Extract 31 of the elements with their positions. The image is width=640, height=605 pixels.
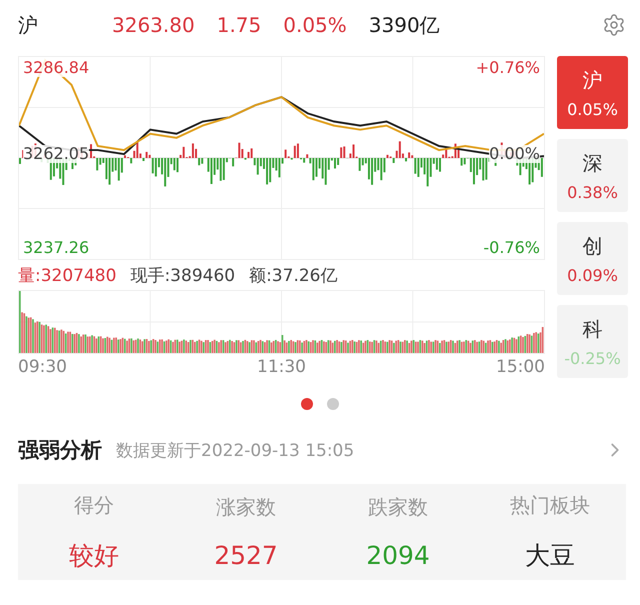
section-title: 强弱分析 [18, 437, 102, 464]
turnover: 3390亿 [368, 12, 440, 38]
stat-label: 热门板块 [510, 492, 590, 519]
page-dot[interactable] [327, 398, 339, 410]
market-tab[interactable]: 深 0.38% [557, 139, 628, 212]
market-tab[interactable]: 创 0.09% [557, 222, 628, 295]
axis-label: 3262.05 [23, 145, 90, 163]
index-change-pct: 0.05% [283, 13, 347, 37]
stat-label: 涨家数 [216, 494, 276, 521]
axis-label: 0.00% [489, 145, 540, 163]
stat-value: 大豆 [525, 540, 575, 572]
market-tab[interactable]: 科 -0.25% [557, 305, 628, 378]
settings-icon[interactable] [602, 13, 626, 37]
update-time: 数据更新于2022-09-13 15:05 [116, 440, 354, 462]
amount-text: 额:37.26亿 [249, 264, 338, 286]
time-label: 11:30 [257, 357, 306, 377]
market-name: 沪 [18, 12, 39, 38]
index-price: 3263.80 [112, 13, 195, 37]
stat-value: 2527 [214, 541, 278, 570]
time-label: 09:30 [18, 357, 67, 377]
stat-label: 得分 [74, 492, 114, 519]
page-dot[interactable] [301, 398, 313, 410]
axis-label: 3286.84 [23, 59, 90, 77]
current-hand-text: 现手:389460 [130, 264, 236, 286]
stat-value: 较好 [69, 540, 119, 572]
volume-text: 量:3207480 [18, 264, 116, 286]
index-change: 1.75 [216, 13, 262, 37]
market-tab[interactable]: 沪 0.05% [557, 56, 628, 129]
time-label: 15:00 [496, 357, 545, 377]
stat-value: 2094 [366, 541, 430, 570]
stat-label: 跌家数 [368, 494, 428, 521]
